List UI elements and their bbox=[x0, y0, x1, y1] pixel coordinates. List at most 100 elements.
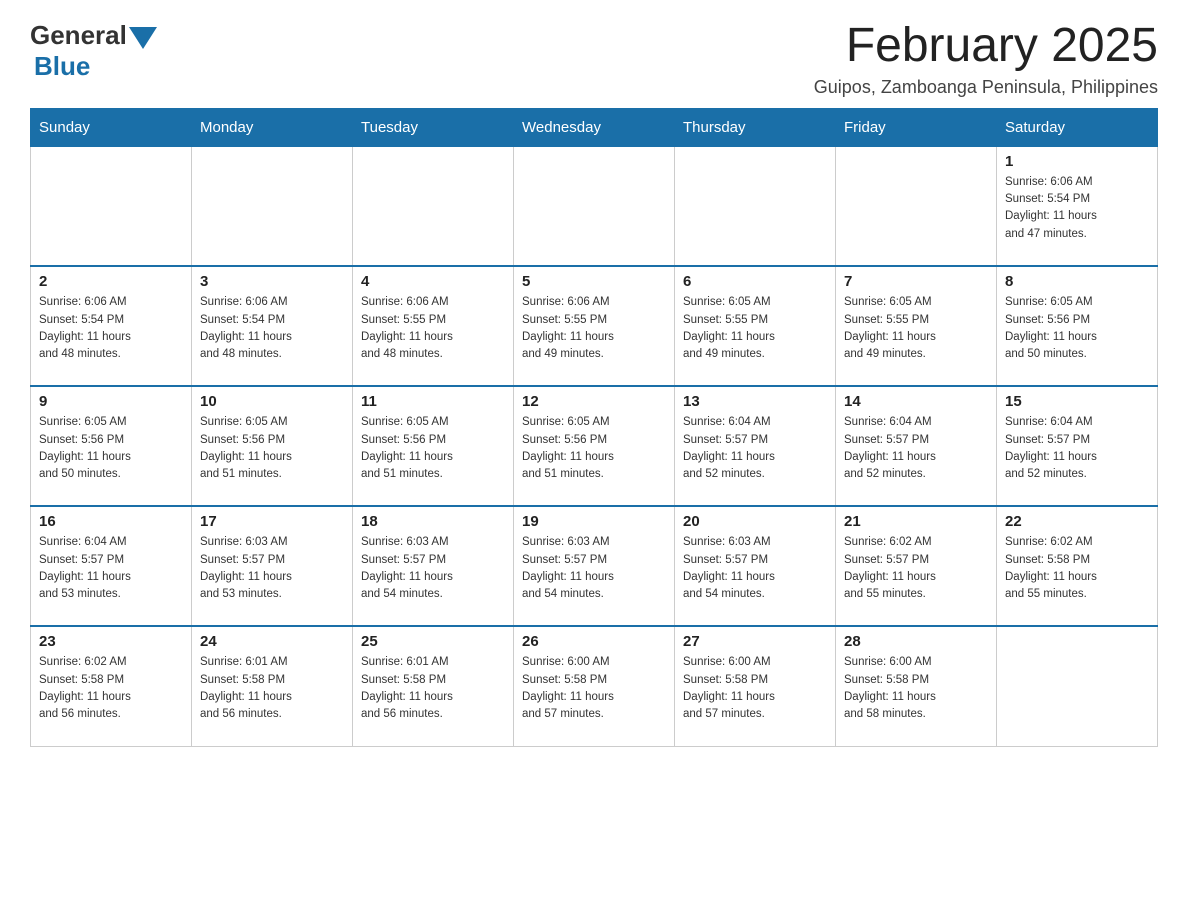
calendar-cell: 28 Sunrise: 6:00 AM Sunset: 5:58 PM Dayli… bbox=[836, 626, 997, 746]
calendar-cell: 6 Sunrise: 6:05 AM Sunset: 5:55 PM Daylig… bbox=[675, 266, 836, 386]
calendar-cell: 25 Sunrise: 6:01 AM Sunset: 5:58 PM Dayli… bbox=[353, 626, 514, 746]
calendar-cell: 10 Sunrise: 6:05 AM Sunset: 5:56 PM Dayli… bbox=[192, 386, 353, 506]
day-number: 11 bbox=[361, 393, 505, 410]
calendar-week-4: 16Sunrise: 6:04 AM Sunset: 5:57 PM Dayli… bbox=[31, 506, 1158, 626]
logo-blue-text: Blue bbox=[34, 51, 90, 82]
calendar-cell: 21Sunrise: 6:02 AM Sunset: 5:57 PM Dayli… bbox=[836, 506, 997, 626]
day-info: Sunrise: 6:00 AM Sunset: 5:58 PM Dayligh… bbox=[683, 654, 827, 723]
weekday-header-thursday: Thursday bbox=[675, 108, 836, 146]
day-info: Sunrise: 6:06 AM Sunset: 5:55 PM Dayligh… bbox=[522, 294, 666, 363]
day-number: 20 bbox=[683, 513, 827, 530]
day-info: Sunrise: 6:06 AM Sunset: 5:54 PM Dayligh… bbox=[1005, 174, 1149, 243]
calendar-cell: 24Sunrise: 6:01 AM Sunset: 5:58 PM Dayli… bbox=[192, 626, 353, 746]
calendar-cell: 17 Sunrise: 6:03 AM Sunset: 5:57 PM Dayli… bbox=[192, 506, 353, 626]
day-info: Sunrise: 6:04 AM Sunset: 5:57 PM Dayligh… bbox=[1005, 414, 1149, 483]
calendar-cell: 27 Sunrise: 6:00 AM Sunset: 5:58 PM Dayli… bbox=[675, 626, 836, 746]
day-number: 5 bbox=[522, 273, 666, 290]
calendar-week-1: 1 Sunrise: 6:06 AM Sunset: 5:54 PM Daylig… bbox=[31, 146, 1158, 266]
day-number: 15 bbox=[1005, 393, 1149, 410]
logo-general-text: General bbox=[30, 20, 127, 51]
day-number: 28 bbox=[844, 633, 988, 650]
day-info: Sunrise: 6:00 AM Sunset: 5:58 PM Dayligh… bbox=[844, 654, 988, 723]
calendar-cell: 5 Sunrise: 6:06 AM Sunset: 5:55 PM Daylig… bbox=[514, 266, 675, 386]
calendar-cell bbox=[514, 146, 675, 266]
calendar-cell: 11 Sunrise: 6:05 AM Sunset: 5:56 PM Dayli… bbox=[353, 386, 514, 506]
calendar-cell: 16Sunrise: 6:04 AM Sunset: 5:57 PM Dayli… bbox=[31, 506, 192, 626]
calendar-cell: 3Sunrise: 6:06 AM Sunset: 5:54 PM Daylig… bbox=[192, 266, 353, 386]
day-info: Sunrise: 6:04 AM Sunset: 5:57 PM Dayligh… bbox=[844, 414, 988, 483]
logo: General Blue bbox=[30, 20, 157, 82]
day-info: Sunrise: 6:05 AM Sunset: 5:56 PM Dayligh… bbox=[1005, 294, 1149, 363]
day-info: Sunrise: 6:02 AM Sunset: 5:58 PM Dayligh… bbox=[1005, 534, 1149, 603]
day-info: Sunrise: 6:01 AM Sunset: 5:58 PM Dayligh… bbox=[200, 654, 344, 723]
calendar-cell bbox=[675, 146, 836, 266]
calendar-cell bbox=[353, 146, 514, 266]
day-info: Sunrise: 6:02 AM Sunset: 5:58 PM Dayligh… bbox=[39, 654, 183, 723]
calendar-cell: 19Sunrise: 6:03 AM Sunset: 5:57 PM Dayli… bbox=[514, 506, 675, 626]
logo-triangle-icon bbox=[129, 27, 157, 49]
day-info: Sunrise: 6:05 AM Sunset: 5:55 PM Dayligh… bbox=[844, 294, 988, 363]
day-info: Sunrise: 6:03 AM Sunset: 5:57 PM Dayligh… bbox=[683, 534, 827, 603]
calendar-cell: 15 Sunrise: 6:04 AM Sunset: 5:57 PM Dayli… bbox=[997, 386, 1158, 506]
calendar-cell bbox=[31, 146, 192, 266]
day-number: 17 bbox=[200, 513, 344, 530]
weekday-header-sunday: Sunday bbox=[31, 108, 192, 146]
calendar-cell: 8 Sunrise: 6:05 AM Sunset: 5:56 PM Daylig… bbox=[997, 266, 1158, 386]
day-number: 7 bbox=[844, 273, 988, 290]
calendar-cell: 2Sunrise: 6:06 AM Sunset: 5:54 PM Daylig… bbox=[31, 266, 192, 386]
day-info: Sunrise: 6:04 AM Sunset: 5:57 PM Dayligh… bbox=[683, 414, 827, 483]
day-number: 1 bbox=[1005, 153, 1149, 170]
day-number: 21 bbox=[844, 513, 988, 530]
day-number: 12 bbox=[522, 393, 666, 410]
day-number: 6 bbox=[683, 273, 827, 290]
day-info: Sunrise: 6:03 AM Sunset: 5:57 PM Dayligh… bbox=[522, 534, 666, 603]
calendar-cell bbox=[997, 626, 1158, 746]
day-info: Sunrise: 6:05 AM Sunset: 5:56 PM Dayligh… bbox=[361, 414, 505, 483]
day-info: Sunrise: 6:05 AM Sunset: 5:56 PM Dayligh… bbox=[200, 414, 344, 483]
day-number: 22 bbox=[1005, 513, 1149, 530]
weekday-header-wednesday: Wednesday bbox=[514, 108, 675, 146]
calendar-table: SundayMondayTuesdayWednesdayThursdayFrid… bbox=[30, 108, 1158, 747]
calendar-cell bbox=[192, 146, 353, 266]
day-number: 23 bbox=[39, 633, 183, 650]
calendar-week-5: 23 Sunrise: 6:02 AM Sunset: 5:58 PM Dayli… bbox=[31, 626, 1158, 746]
day-number: 18 bbox=[361, 513, 505, 530]
calendar-week-2: 2Sunrise: 6:06 AM Sunset: 5:54 PM Daylig… bbox=[31, 266, 1158, 386]
calendar-cell: 26 Sunrise: 6:00 AM Sunset: 5:58 PM Dayli… bbox=[514, 626, 675, 746]
page-header: General Blue February 2025 Guipos, Zambo… bbox=[30, 20, 1158, 98]
weekday-header-tuesday: Tuesday bbox=[353, 108, 514, 146]
day-number: 13 bbox=[683, 393, 827, 410]
calendar-cell: 22 Sunrise: 6:02 AM Sunset: 5:58 PM Dayli… bbox=[997, 506, 1158, 626]
day-info: Sunrise: 6:00 AM Sunset: 5:58 PM Dayligh… bbox=[522, 654, 666, 723]
calendar-cell: 20 Sunrise: 6:03 AM Sunset: 5:57 PM Dayli… bbox=[675, 506, 836, 626]
day-info: Sunrise: 6:03 AM Sunset: 5:57 PM Dayligh… bbox=[361, 534, 505, 603]
day-number: 9 bbox=[39, 393, 183, 410]
day-number: 8 bbox=[1005, 273, 1149, 290]
calendar-cell: 12 Sunrise: 6:05 AM Sunset: 5:56 PM Dayli… bbox=[514, 386, 675, 506]
day-number: 4 bbox=[361, 273, 505, 290]
day-number: 27 bbox=[683, 633, 827, 650]
day-number: 25 bbox=[361, 633, 505, 650]
day-number: 10 bbox=[200, 393, 344, 410]
month-title: February 2025 bbox=[814, 20, 1158, 73]
title-area: February 2025 Guipos, Zamboanga Peninsul… bbox=[814, 20, 1158, 98]
day-info: Sunrise: 6:05 AM Sunset: 5:55 PM Dayligh… bbox=[683, 294, 827, 363]
weekday-header-monday: Monday bbox=[192, 108, 353, 146]
day-info: Sunrise: 6:03 AM Sunset: 5:57 PM Dayligh… bbox=[200, 534, 344, 603]
day-info: Sunrise: 6:05 AM Sunset: 5:56 PM Dayligh… bbox=[522, 414, 666, 483]
calendar-week-3: 9 Sunrise: 6:05 AM Sunset: 5:56 PM Daylig… bbox=[31, 386, 1158, 506]
weekday-header-friday: Friday bbox=[836, 108, 997, 146]
day-number: 3 bbox=[200, 273, 344, 290]
location-title: Guipos, Zamboanga Peninsula, Philippines bbox=[814, 77, 1158, 98]
calendar-cell: 1 Sunrise: 6:06 AM Sunset: 5:54 PM Daylig… bbox=[997, 146, 1158, 266]
day-number: 2 bbox=[39, 273, 183, 290]
calendar-cell: 14 Sunrise: 6:04 AM Sunset: 5:57 PM Dayli… bbox=[836, 386, 997, 506]
weekday-header-row: SundayMondayTuesdayWednesdayThursdayFrid… bbox=[31, 108, 1158, 146]
calendar-cell: 9 Sunrise: 6:05 AM Sunset: 5:56 PM Daylig… bbox=[31, 386, 192, 506]
day-info: Sunrise: 6:01 AM Sunset: 5:58 PM Dayligh… bbox=[361, 654, 505, 723]
day-number: 26 bbox=[522, 633, 666, 650]
day-info: Sunrise: 6:05 AM Sunset: 5:56 PM Dayligh… bbox=[39, 414, 183, 483]
day-info: Sunrise: 6:04 AM Sunset: 5:57 PM Dayligh… bbox=[39, 534, 183, 603]
day-number: 14 bbox=[844, 393, 988, 410]
calendar-cell: 7 Sunrise: 6:05 AM Sunset: 5:55 PM Daylig… bbox=[836, 266, 997, 386]
